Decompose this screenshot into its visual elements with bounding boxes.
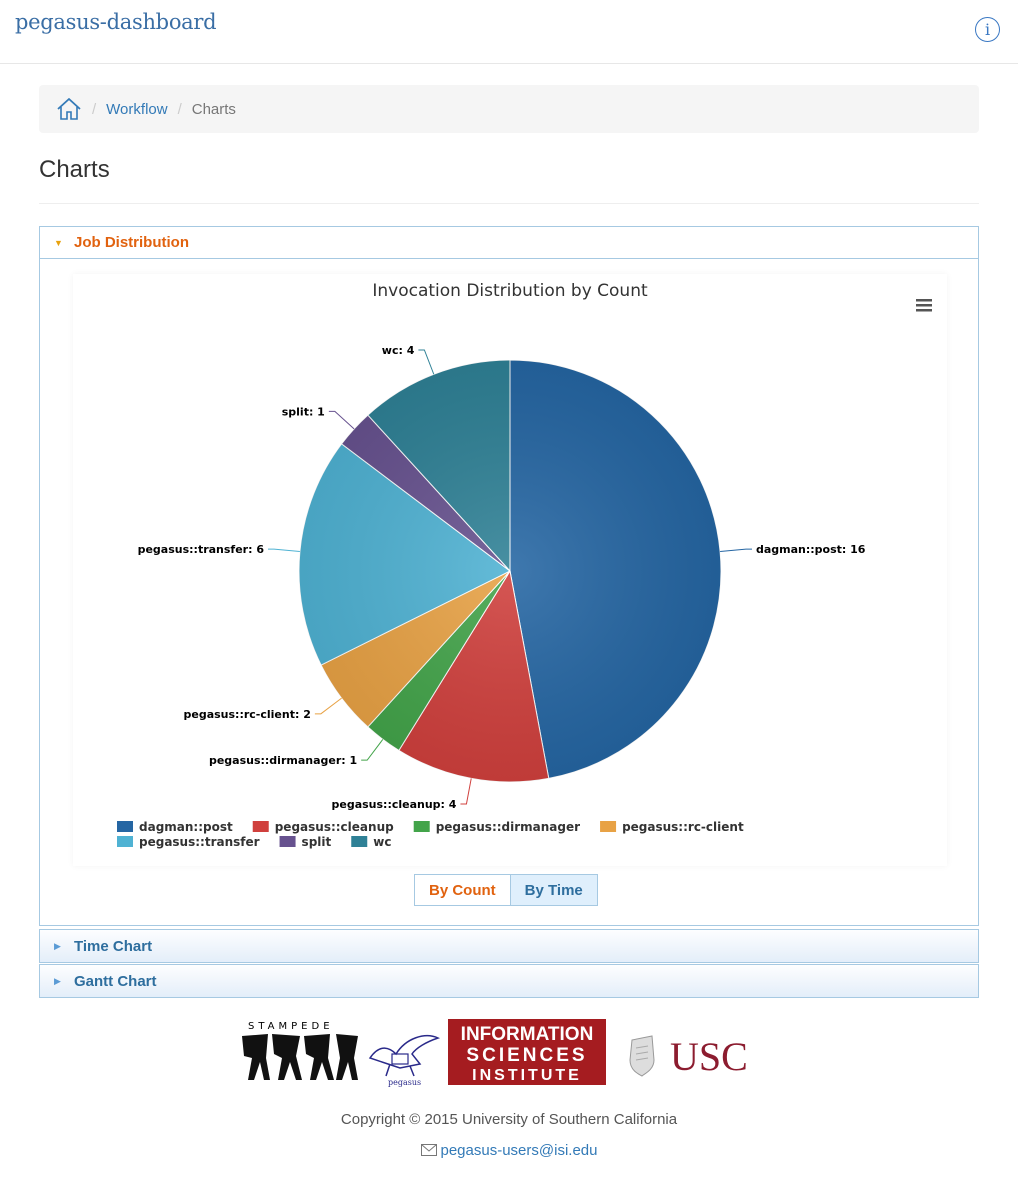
data-label: split: 1 (282, 405, 325, 418)
legend-label: split (302, 835, 332, 849)
gantt-chart-header[interactable]: ▶ Gantt Chart (40, 965, 978, 997)
svg-text:SCIENCES: SCIENCES (466, 1045, 587, 1066)
legend-label: pegasus::cleanup (275, 820, 394, 834)
job-distribution-panel: ▼ Job Distribution Invocation Distributi… (39, 226, 979, 926)
legend-item[interactable]: pegasus::transfer (117, 835, 260, 849)
triangle-down-icon: ▼ (54, 237, 63, 248)
time-chart-header[interactable]: ▶ Time Chart (40, 930, 978, 962)
envelope-icon (420, 1143, 437, 1160)
label-connector (361, 739, 384, 761)
breadcrumb-workflow-link[interactable]: Workflow (106, 101, 167, 118)
stampede-logo: STAMPEDE (242, 1021, 358, 1080)
chart-container: Invocation Distribution by Count dagman:… (73, 274, 947, 866)
svg-text:STAMPEDE: STAMPEDE (248, 1021, 334, 1032)
pie-slice[interactable] (509, 359, 722, 779)
breadcrumb-separator: / (92, 100, 97, 118)
legend-label: dagman::post (139, 820, 233, 834)
data-label: pegasus::cleanup: 4 (331, 798, 456, 811)
svg-text:pegasus: pegasus (388, 1078, 421, 1087)
data-label: pegasus::rc-client: 2 (184, 708, 311, 721)
legend-swatch (117, 836, 133, 847)
legend-swatch (252, 821, 269, 832)
data-label: dagman::post: 16 (756, 543, 866, 556)
data-label: pegasus::dirmanager: 1 (209, 754, 357, 767)
breadcrumb: / Workflow / Charts (39, 85, 979, 133)
legend-swatch (279, 836, 296, 847)
triangle-right-icon: ▶ (54, 975, 61, 986)
by-count-button[interactable]: By Count (414, 874, 511, 906)
legend-label: pegasus::transfer (139, 835, 260, 849)
label-connector (268, 548, 300, 553)
email-link[interactable]: pegasus-users@isi.edu (441, 1142, 598, 1159)
legend-swatch (117, 821, 133, 832)
panel-title: Gantt Chart (74, 972, 157, 990)
legend-item[interactable]: dagman::post (117, 820, 233, 834)
legend-label: pegasus::rc-client (622, 820, 744, 834)
breadcrumb-current: Charts (191, 100, 236, 118)
brand-title[interactable]: pegasus-dashboard (15, 10, 217, 34)
svg-text:USC: USC (670, 1034, 748, 1079)
panel-title: Time Chart (74, 937, 153, 955)
legend-label: wc (373, 835, 391, 849)
footer-email: pegasus-users@isi.edu (0, 1142, 1018, 1160)
by-time-button[interactable]: By Time (510, 874, 598, 906)
label-connector (720, 548, 752, 553)
chart-toggle-group: By Count By Time (414, 874, 598, 906)
data-label: wc: 4 (382, 344, 415, 357)
panel-title: Job Distribution (74, 234, 189, 251)
label-connector (328, 410, 355, 430)
gantt-chart-panel: ▶ Gantt Chart (39, 964, 979, 998)
navbar: pegasus-dashboard i (0, 0, 1018, 64)
usc-logo: USC (629, 1034, 748, 1079)
isi-logo: INFORMATION SCIENCES INSTITUTE (448, 1019, 606, 1085)
legend-item[interactable]: wc (351, 835, 391, 849)
sponsor-logos: STAMPEDE pegasus INFORMATION SCIENCES IN… (240, 1018, 780, 1088)
label-connector (314, 697, 342, 715)
legend-item[interactable]: pegasus::cleanup (252, 820, 394, 834)
pie-chart: Invocation Distribution by Count dagman:… (117, 281, 932, 849)
data-label: pegasus::transfer: 6 (138, 543, 265, 556)
svg-text:INFORMATION: INFORMATION (461, 1024, 594, 1045)
legend-swatch (600, 821, 617, 832)
legend-item[interactable]: pegasus::dirmanager (413, 820, 580, 834)
legend-swatch (351, 836, 368, 847)
home-icon[interactable] (56, 97, 82, 121)
pegasus-logo: pegasus (368, 1034, 441, 1087)
label-connector (460, 778, 472, 805)
page-title: Charts (39, 156, 110, 183)
label-connector (418, 349, 435, 375)
legend-swatch (413, 821, 430, 832)
chart-title: Invocation Distribution by Count (372, 281, 648, 301)
svg-text:INSTITUTE: INSTITUTE (472, 1067, 582, 1084)
hamburger-menu-icon[interactable] (916, 299, 932, 312)
title-divider (39, 203, 979, 204)
footer-copyright: Copyright © 2015 University of Southern … (340, 1111, 678, 1128)
legend-label: pegasus::dirmanager (436, 820, 580, 834)
breadcrumb-separator: / (177, 100, 182, 118)
legend-item[interactable]: split (279, 835, 332, 849)
job-distribution-header[interactable]: ▼ Job Distribution (40, 227, 978, 259)
time-chart-panel: ▶ Time Chart (39, 929, 979, 963)
triangle-right-icon: ▶ (54, 940, 61, 951)
legend-item[interactable]: pegasus::rc-client (600, 820, 744, 834)
info-icon[interactable]: i (975, 17, 1000, 42)
